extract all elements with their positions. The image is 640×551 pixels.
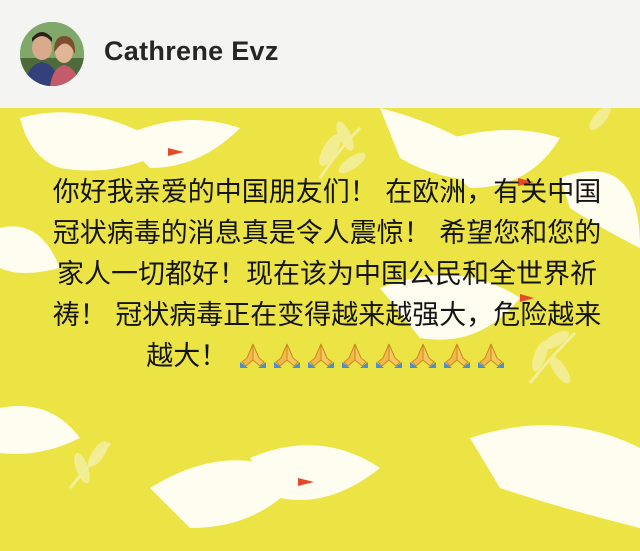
avatar-photo-icon xyxy=(20,22,84,86)
post-content: 你好我亲爱的中国朋友们！ 在欧洲，有关中国冠状病毒的消息真是令人震惊！ 希望您和… xyxy=(0,108,640,551)
praying-hands-icon xyxy=(236,342,270,368)
praying-hands-icon xyxy=(304,342,338,368)
praying-hands-icon xyxy=(440,342,474,368)
emoji-row xyxy=(236,341,508,372)
author-avatar[interactable] xyxy=(20,22,84,86)
praying-hands-icon xyxy=(474,342,508,368)
praying-hands-icon xyxy=(338,342,372,368)
social-post-card: Cathrene Evz 你好我亲爱的中国朋友们！ 在欧洲，有关中国冠状病毒的消… xyxy=(0,0,640,551)
praying-hands-icon xyxy=(406,342,440,368)
author-name[interactable]: Cathrene Evz xyxy=(104,36,279,67)
praying-hands-icon xyxy=(270,342,304,368)
post-message: 你好我亲爱的中国朋友们！ 在欧洲，有关中国冠状病毒的消息真是令人震惊！ 希望您和… xyxy=(52,172,602,377)
post-header: Cathrene Evz xyxy=(0,0,640,108)
praying-hands-icon xyxy=(372,342,406,368)
